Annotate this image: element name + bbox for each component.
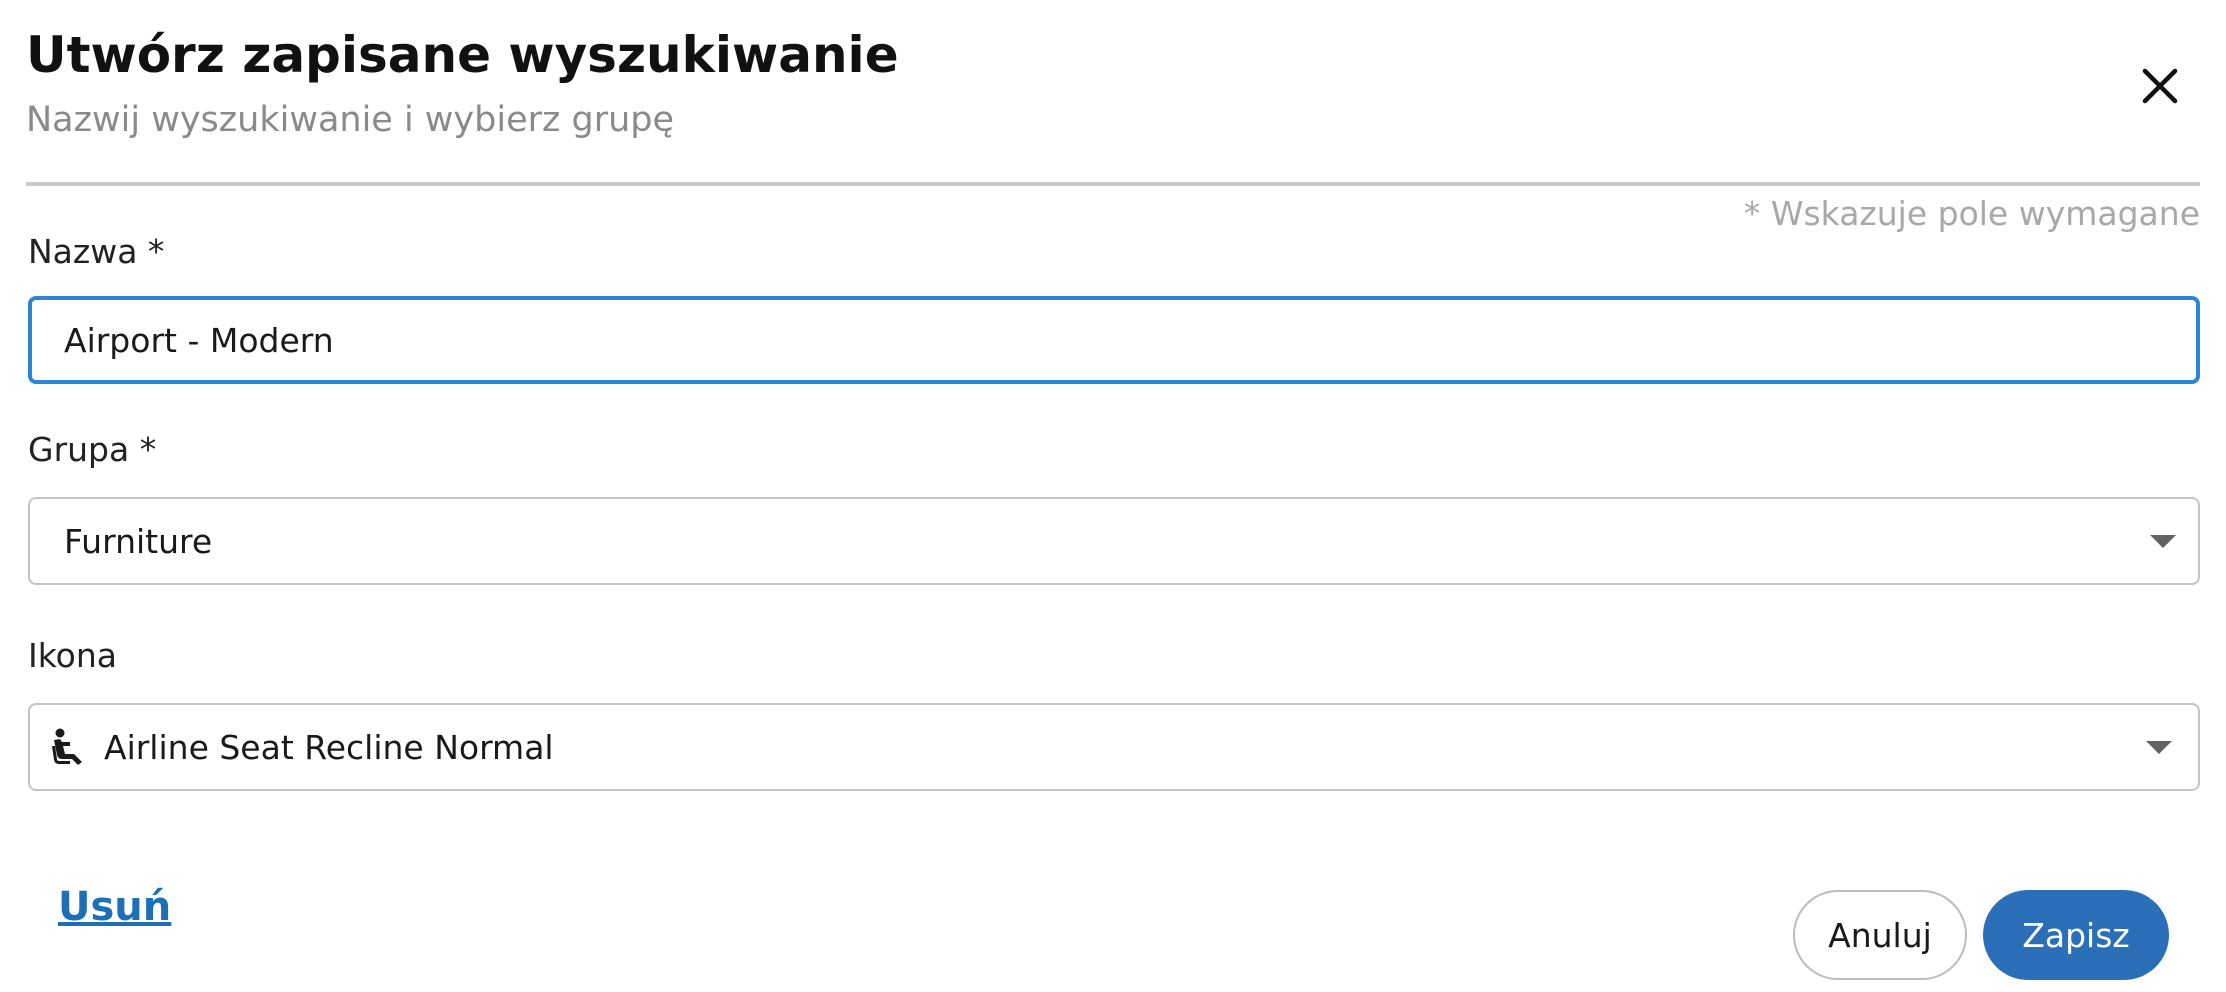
dialog-title: Utwórz zapisane wyszukiwanie bbox=[26, 26, 899, 84]
dialog-subtitle: Nazwij wyszukiwanie i wybierz grupę bbox=[26, 100, 675, 140]
group-select-value: Furniture bbox=[64, 521, 213, 561]
save-search-dialog: Utwórz zapisane wyszukiwanie Nazwij wysz… bbox=[0, 0, 2226, 992]
close-button[interactable] bbox=[2132, 58, 2188, 114]
cancel-button[interactable]: Anuluj bbox=[1793, 890, 1967, 980]
icon-select-value: Airline Seat Recline Normal bbox=[104, 727, 554, 767]
required-fields-note: * Wskazuje pole wymagane bbox=[1743, 194, 2200, 233]
group-select[interactable]: Furniture bbox=[28, 497, 2200, 585]
group-label: Grupa * bbox=[28, 430, 157, 469]
save-button[interactable]: Zapisz bbox=[1983, 890, 2169, 980]
icon-label: Ikona bbox=[28, 636, 117, 675]
name-label: Nazwa * bbox=[28, 232, 165, 271]
delete-link[interactable]: Usuń bbox=[58, 884, 171, 930]
icon-select[interactable]: Airline Seat Recline Normal bbox=[28, 703, 2200, 791]
header-divider bbox=[26, 182, 2200, 186]
name-input[interactable] bbox=[28, 296, 2200, 384]
dropdown-arrow-icon bbox=[2144, 733, 2174, 763]
airline-seat-recline-normal-icon bbox=[48, 727, 88, 767]
dropdown-arrow-icon bbox=[2148, 527, 2178, 557]
close-icon bbox=[2142, 68, 2178, 104]
